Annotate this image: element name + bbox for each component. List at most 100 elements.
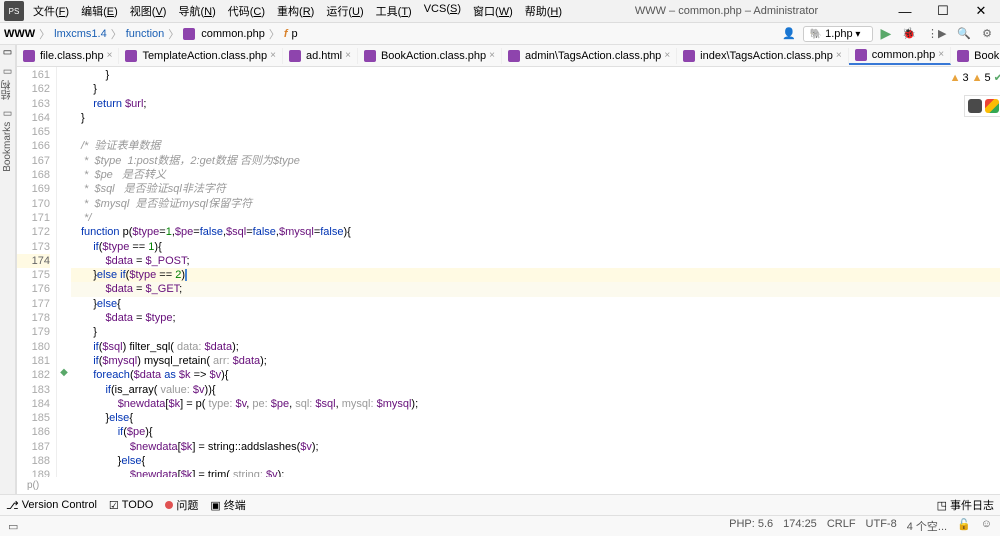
run-marker-icon[interactable]: ◆ <box>57 367 71 378</box>
code-line[interactable]: $newdata[$k] = string::addslashes($v); <box>71 440 1000 454</box>
search-icon[interactable]: 🔍 <box>953 27 975 40</box>
settings-icon[interactable]: ⚙ <box>978 27 996 40</box>
code-line[interactable]: $data = $_POST; <box>71 254 1000 268</box>
status-php[interactable]: PHP: 5.6 <box>729 518 773 534</box>
close-button[interactable]: ✕ <box>962 0 1000 23</box>
code-line[interactable]: } <box>71 68 1000 82</box>
code-line[interactable]: }else{ <box>71 297 1000 311</box>
line-number[interactable]: 174 <box>17 254 50 268</box>
status-line-sep[interactable]: CRLF <box>827 518 856 534</box>
editor-tab[interactable]: TemplateAction.class.php× <box>119 48 283 64</box>
line-number[interactable]: 162 <box>17 82 50 96</box>
problems-button[interactable]: 问题 <box>165 497 198 513</box>
status-position[interactable]: 174:25 <box>783 518 817 534</box>
breadcrumb-function[interactable]: p <box>292 28 298 40</box>
status-indent[interactable]: 4 个空... <box>907 518 947 534</box>
version-control-button[interactable]: ⎇ Version Control <box>6 499 97 512</box>
code-line[interactable]: if(is_array( value: $v)){ <box>71 383 1000 397</box>
code-line[interactable]: }else{ <box>71 411 1000 425</box>
line-number[interactable]: 169 <box>17 182 50 196</box>
close-tab-icon[interactable]: × <box>938 49 944 60</box>
menu-item[interactable]: 导航(N) <box>173 1 220 21</box>
editor-tab[interactable]: BookAction.class.php× <box>358 48 502 64</box>
line-gutter[interactable]: 1611621631641651661671681691701711721731… <box>17 67 57 477</box>
line-number[interactable]: 185 <box>17 411 50 425</box>
line-number[interactable]: 186 <box>17 425 50 439</box>
run-button[interactable]: ▶ <box>876 25 895 42</box>
project-tool-label[interactable]: ▭ <box>3 47 12 58</box>
code-line[interactable] <box>71 125 1000 139</box>
code-line[interactable]: $data = $_GET; <box>71 282 1000 296</box>
line-number[interactable]: 177 <box>17 297 50 311</box>
line-number[interactable]: 166 <box>17 139 50 153</box>
code-line[interactable]: /* 验证表单数据 <box>71 139 1000 153</box>
code-line[interactable]: foreach($data as $k => $v){ <box>71 368 1000 382</box>
menu-item[interactable]: VCS(S) <box>419 1 466 21</box>
structure-tool-button[interactable]: 结构 ▭ <box>0 66 15 100</box>
menu-item[interactable]: 窗口(W) <box>468 1 518 21</box>
debug-button[interactable]: 🐞 <box>898 27 920 40</box>
code-line[interactable]: if($sql) filter_sql( data: $data); <box>71 340 1000 354</box>
menu-item[interactable]: 帮助(H) <box>520 1 567 21</box>
code-line[interactable]: if($type == 1){ <box>71 240 1000 254</box>
line-number[interactable]: 187 <box>17 440 50 454</box>
code-line[interactable]: * $pe 是否转义 <box>71 168 1000 182</box>
code-line[interactable]: function p($type=1,$pe=false,$sql=false,… <box>71 225 1000 239</box>
status-tool-windows-icon[interactable]: ▭ <box>8 520 18 533</box>
line-number[interactable]: 188 <box>17 454 50 468</box>
menu-item[interactable]: 运行(U) <box>321 1 368 21</box>
line-number[interactable]: 164 <box>17 111 50 125</box>
line-number[interactable]: 184 <box>17 397 50 411</box>
code-line[interactable]: $newdata[$k] = trim( string: $v); <box>71 468 1000 477</box>
line-number[interactable]: 167 <box>17 154 50 168</box>
code-line[interactable]: } <box>71 325 1000 339</box>
close-tab-icon[interactable]: × <box>664 50 670 61</box>
code-line[interactable]: }else if($type == 2) <box>71 268 1000 282</box>
todo-button[interactable]: ☑ TODO <box>109 499 153 512</box>
line-number[interactable]: 173 <box>17 240 50 254</box>
code-line[interactable]: if($mysql) mysql_retain( arr: $data); <box>71 354 1000 368</box>
menu-item[interactable]: 重构(R) <box>272 1 319 21</box>
line-number[interactable]: 183 <box>17 383 50 397</box>
menu-item[interactable]: 工具(T) <box>371 1 417 21</box>
breadcrumb-root[interactable]: WWW <box>4 28 35 40</box>
status-readonly-icon[interactable]: 🔓 <box>957 518 971 534</box>
run-config-selector[interactable]: 🐘 1.php ▾ <box>803 26 874 42</box>
code-line[interactable]: if($pe){ <box>71 425 1000 439</box>
close-tab-icon[interactable]: × <box>107 50 113 61</box>
code-line[interactable]: * $sql 是否验证sql非法字符 <box>71 182 1000 196</box>
line-number[interactable]: 182 <box>17 368 50 382</box>
line-number[interactable]: 172 <box>17 225 50 239</box>
code-area[interactable]: } } return $url;} /* 验证表单数据 * $type 1:po… <box>71 67 1000 477</box>
code-line[interactable]: } <box>71 111 1000 125</box>
event-log-button[interactable]: ◳ 事件日志 <box>937 497 994 513</box>
maximize-button[interactable]: ☐ <box>924 0 962 23</box>
code-line[interactable]: } <box>71 82 1000 96</box>
code-line[interactable]: $newdata[$k] = p( type: $v, pe: $pe, sql… <box>71 397 1000 411</box>
line-number[interactable]: 170 <box>17 197 50 211</box>
code-line[interactable]: return $url; <box>71 97 1000 111</box>
status-encoding[interactable]: UTF-8 <box>866 518 897 534</box>
breadcrumb-item[interactable]: function <box>126 28 165 40</box>
editor-tab[interactable]: common.php× <box>849 47 951 65</box>
breadcrumb-item[interactable]: lmxcms1.4 <box>54 28 107 40</box>
marker-gutter[interactable]: ◆ <box>57 67 71 477</box>
line-number[interactable]: 168 <box>17 168 50 182</box>
code-line[interactable]: $data = $type; <box>71 311 1000 325</box>
editor-tab[interactable]: index\TagsAction.class.php× <box>677 48 849 64</box>
more-run-button[interactable]: ⋮▶ <box>923 27 950 40</box>
close-tab-icon[interactable]: × <box>270 50 276 61</box>
line-number[interactable]: 171 <box>17 211 50 225</box>
editor-tab[interactable]: file.class.php× <box>17 48 119 64</box>
close-tab-icon[interactable]: × <box>836 50 842 61</box>
status-memory-icon[interactable]: ☺ <box>981 518 992 534</box>
line-number[interactable]: 165 <box>17 125 50 139</box>
breadcrumb-bottom[interactable]: p() <box>17 477 1000 494</box>
minimize-button[interactable]: — <box>886 0 924 23</box>
code-line[interactable]: */ <box>71 211 1000 225</box>
line-number[interactable]: 179 <box>17 325 50 339</box>
built-in-preview-icon[interactable] <box>968 99 982 113</box>
editor[interactable]: 1611621631641651661671681691701711721731… <box>17 67 1000 477</box>
line-number[interactable]: 163 <box>17 97 50 111</box>
line-number[interactable]: 181 <box>17 354 50 368</box>
